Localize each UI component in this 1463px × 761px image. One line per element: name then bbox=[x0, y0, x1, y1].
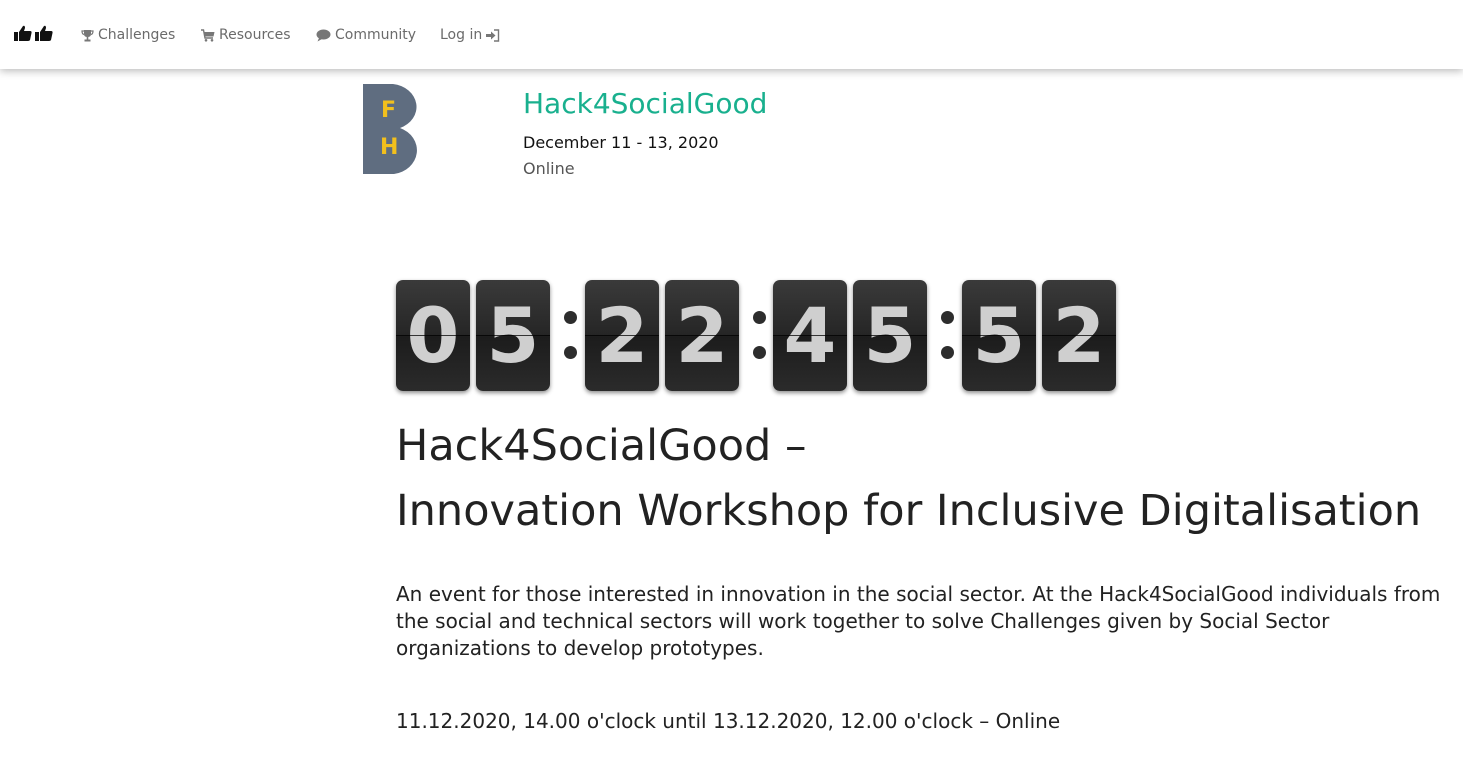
thumbs-up-icon bbox=[14, 25, 32, 45]
countdown-digit: 4 bbox=[773, 280, 847, 391]
countdown-separator bbox=[560, 280, 580, 391]
event-location: Online bbox=[523, 159, 575, 178]
countdown-digit: 2 bbox=[665, 280, 739, 391]
nav-challenges-label: Challenges bbox=[98, 27, 176, 43]
countdown-digit: 2 bbox=[1042, 280, 1116, 391]
login-link[interactable]: Log in bbox=[440, 25, 500, 45]
event-schedule: 11.12.2020, 14.00 o'clock until 13.12.20… bbox=[396, 709, 1061, 733]
countdown-digit: 5 bbox=[962, 280, 1036, 391]
nav-challenges-link[interactable]: Challenges bbox=[81, 25, 175, 45]
logo-letter-f: F bbox=[381, 98, 397, 123]
nav-community-label: Community bbox=[335, 27, 417, 43]
nav-community-link[interactable]: Community bbox=[316, 25, 416, 45]
logo-letter-h: H bbox=[380, 135, 399, 160]
nav-login-label: Log in bbox=[440, 27, 483, 43]
nav-resources-label: Resources bbox=[219, 27, 291, 43]
countdown-separator bbox=[937, 280, 957, 391]
heading-line-2: Innovation Workshop for Inclusive Digita… bbox=[396, 486, 1422, 536]
event-title[interactable]: Hack4SocialGood bbox=[523, 86, 767, 122]
cart-icon bbox=[201, 28, 215, 42]
countdown-digit: 2 bbox=[585, 280, 659, 391]
countdown-digit: 5 bbox=[853, 280, 927, 391]
countdown-separator bbox=[749, 280, 769, 391]
event-description: An event for those interested in innovat… bbox=[396, 582, 1441, 660]
heading-line-1: Hack4SocialGood – bbox=[396, 421, 807, 471]
countdown-digit: 5 bbox=[476, 280, 550, 391]
trophy-icon bbox=[81, 29, 94, 42]
event-logo: F H bbox=[363, 84, 423, 174]
sign-in-icon bbox=[486, 28, 500, 42]
event-dates: December 11 - 13, 2020 bbox=[523, 133, 719, 152]
countdown-digit: 0 bbox=[396, 280, 470, 391]
top-navbar: Challenges Resources Community Log in bbox=[0, 0, 1463, 69]
page-heading: Hack4SocialGood – Innovation Workshop fo… bbox=[396, 414, 1421, 544]
thumbs-up-icon bbox=[35, 25, 53, 45]
nav-resources-link[interactable]: Resources bbox=[201, 25, 291, 45]
comment-icon bbox=[316, 29, 331, 42]
home-brand-link[interactable] bbox=[14, 25, 53, 45]
